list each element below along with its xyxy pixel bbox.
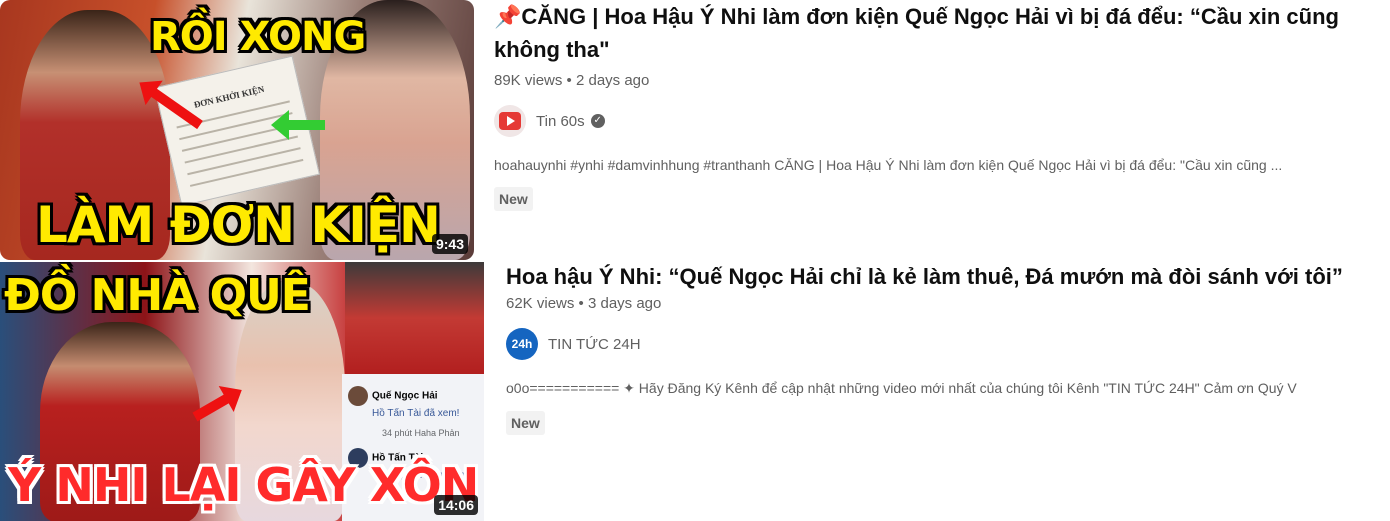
channel-name[interactable]: Tin 60s [536,113,585,130]
new-badge: New [506,411,545,435]
video-result[interactable]: ĐƠN KHỞI KIỆN RỒI XONG LÀM ĐƠN KIỆN 9:43… [0,0,1390,262]
play-icon [499,112,521,130]
channel-avatar[interactable]: 24h [506,328,538,360]
video-duration: 9:43 [431,234,468,254]
video-meta: 62K views • 3 days ago [506,295,1390,312]
thumbnail-overlay-bottom: LÀM ĐƠN KIỆN [36,196,441,254]
video-description: o0o=========== ✦ Hãy Đăng Ký Kênh để cập… [506,380,1297,396]
meta-separator: • [566,72,576,89]
commenter-name: Quế Ngọc Hải [372,390,438,402]
new-badge: New [494,187,533,211]
channel-row[interactable]: Tin 60s ✓ [494,103,1384,139]
video-info: Hoa hậu Ý Nhi: “Quế Ngọc Hải chỉ là kẻ l… [506,262,1390,435]
video-result[interactable]: Quế Ngọc Hải Hồ Tấn Tài đã xem! 34 phút … [0,262,1390,521]
view-count: 62K views [506,295,575,312]
video-title[interactable]: Hoa hậu Ý Nhi: “Quế Ngọc Hải chỉ là kẻ l… [506,260,1390,293]
view-count: 89K views [494,72,563,89]
video-title[interactable]: 📌CĂNG | Hoa Hậu Ý Nhi làm đơn kiện Quế N… [494,0,1384,66]
video-thumbnail[interactable]: Quế Ngọc Hải Hồ Tấn Tài đã xem! 34 phút … [0,262,484,521]
video-description: hoahauynhi #ynhi #damvinhhung #tranthanh… [494,157,1283,173]
verified-check-icon: ✓ [590,114,605,128]
document-image: ĐƠN KHỞI KIỆN [154,55,320,207]
thumbnail-overlay-top: ĐỒ NHÀ QUÊ [4,270,311,321]
video-info: 📌CĂNG | Hoa Hậu Ý Nhi làm đơn kiện Quế N… [494,0,1384,211]
fb-comment-actions: 34 phút Haha Phản [382,428,460,438]
green-arrow-icon [285,120,325,130]
thumbnail-overlay-bottom: Ý NHI LẠI GÂY XÔN XAO [8,458,484,512]
video-thumbnail[interactable]: ĐƠN KHỞI KIỆN RỒI XONG LÀM ĐƠN KIỆN 9:43 [0,0,474,260]
commenter-avatar [348,386,368,406]
thumbnail-overlay-top: RỒI XONG [150,14,366,60]
channel-avatar-text: 24h [511,337,533,351]
team-image [345,262,484,374]
video-duration: 14:06 [434,495,478,515]
channel-name[interactable]: TIN TỨC 24H [548,336,641,353]
upload-age: 3 days ago [587,295,662,312]
fb-comment: Quế Ngọc Hải [348,386,484,406]
video-meta: 89K views • 2 days ago [494,72,1384,89]
channel-row[interactable]: 24h TIN TỨC 24H [506,326,1390,362]
upload-age: 2 days ago [575,72,650,89]
fb-comment-text: Hồ Tấn Tài đã xem! [372,408,460,419]
meta-separator: • [578,295,588,312]
channel-avatar[interactable] [494,105,526,137]
